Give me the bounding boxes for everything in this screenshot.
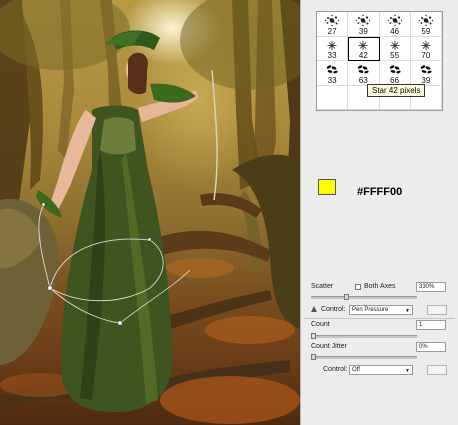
leaf-brush-icon (324, 63, 340, 76)
brush-preset-0[interactable]: 27 (317, 12, 349, 37)
color-hex-label: #FFFF00 (357, 186, 403, 198)
brush-size-label: 70 (421, 51, 431, 60)
splatter-brush-icon (324, 14, 340, 27)
count-label: Count (311, 321, 330, 328)
star-brush-icon (355, 39, 371, 52)
brush-size-label: 27 (327, 26, 337, 36)
warning-icon (311, 306, 317, 312)
brush-preset-10[interactable]: 66 (379, 61, 411, 86)
count-jitter-value-field[interactable]: 0% (416, 342, 446, 352)
control2-extra-field (427, 365, 447, 375)
star-brush-icon (324, 39, 340, 52)
brush-size-label: 46 (390, 26, 400, 36)
scatter-value-field[interactable]: 330% (416, 282, 446, 292)
control-select-value: Pen Pressure (352, 307, 389, 313)
control-label: Control: (321, 306, 346, 313)
brush-preset-5[interactable]: 42 (348, 36, 380, 61)
scatter-slider-thumb[interactable] (344, 294, 350, 300)
count-value-field[interactable]: 1 (416, 320, 446, 330)
count-slider-thumb[interactable] (311, 333, 316, 339)
control2-select-value: Off (352, 367, 360, 373)
brush-preset-2[interactable]: 46 (379, 12, 411, 37)
brush-size-label: 33 (327, 51, 337, 60)
brush-preset-6[interactable]: 55 (379, 36, 411, 61)
brush-size-label: 42 (358, 51, 368, 60)
brush-preset-empty (317, 85, 349, 110)
foreground-color-swatch[interactable] (318, 179, 336, 195)
leaf-brush-icon (355, 63, 371, 76)
brush-preset-11[interactable]: 39 (410, 61, 442, 86)
brush-size-label: 39 (358, 26, 368, 36)
photo-canvas[interactable] (0, 0, 300, 425)
star-brush-icon (418, 39, 434, 52)
control-extra-field (427, 305, 447, 315)
brush-preset-4[interactable]: 33 (317, 36, 349, 61)
scatter-label: Scatter (311, 283, 334, 290)
brush-size-label: 55 (390, 51, 400, 60)
splatter-brush-icon (355, 14, 371, 27)
scatter-slider-track[interactable] (311, 296, 417, 299)
brush-size-label: 59 (421, 26, 431, 36)
both-axes-label: Both Axes (364, 283, 396, 290)
count-jitter-label: Count Jitter (311, 343, 347, 350)
brush-preset-3[interactable]: 59 (410, 12, 442, 37)
control2-select[interactable]: Off ▼ (349, 365, 413, 375)
brush-preset-8[interactable]: 33 (317, 61, 349, 86)
both-axes-checkbox[interactable] (355, 284, 361, 290)
count-slider-track[interactable] (311, 335, 417, 338)
brush-preset-1[interactable]: 39 (348, 12, 380, 37)
control-select[interactable]: Pen Pressure ▼ (349, 305, 413, 315)
brush-tooltip: Star 42 pixels (367, 84, 426, 97)
chevron-down-icon: ▼ (405, 368, 410, 374)
brush-preset-7[interactable]: 70 (410, 36, 442, 61)
splatter-brush-icon (387, 14, 403, 27)
control2-label: Control: (323, 366, 348, 373)
brush-preset-9[interactable]: 63 (348, 61, 380, 86)
leaf-brush-icon (387, 63, 403, 76)
divider (304, 318, 455, 319)
count-jitter-slider-track[interactable] (311, 356, 417, 359)
forest-scene (0, 0, 300, 424)
leaf-brush-icon (418, 63, 434, 76)
brush-size-label: 33 (327, 75, 337, 85)
count-jitter-slider-thumb[interactable] (311, 354, 316, 360)
brush-panel: 27 39 46 59 33 42 55 70 33 63 66 39 #FFFF00 Scatter… (300, 0, 458, 425)
chevron-down-icon: ▼ (405, 308, 410, 314)
star-brush-icon (387, 39, 403, 52)
splatter-brush-icon (418, 14, 434, 27)
